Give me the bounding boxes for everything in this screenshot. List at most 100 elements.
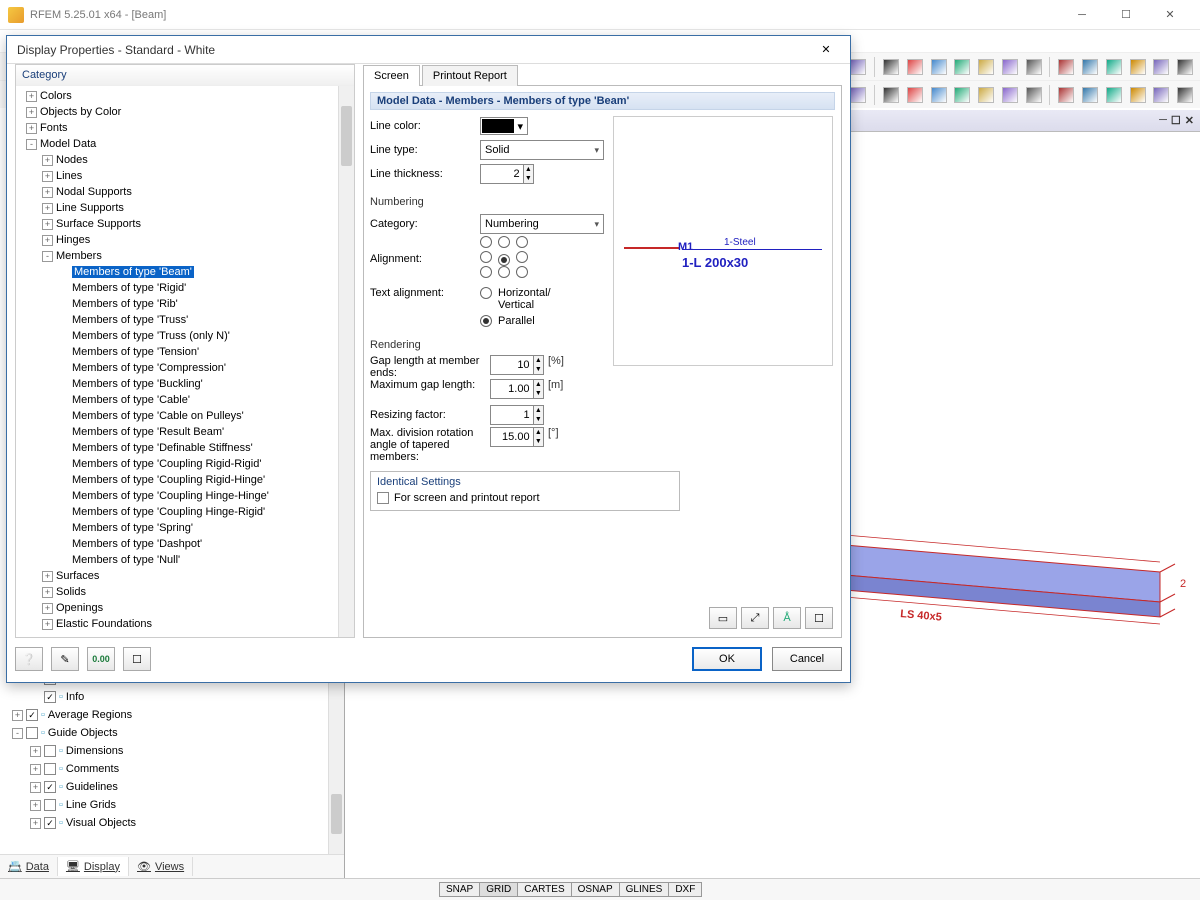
tree-item[interactable]: Members of type 'Coupling Rigid-Hinge' <box>22 472 354 488</box>
cancel-button[interactable]: Cancel <box>772 647 842 671</box>
toolbar-btn-41[interactable] <box>1023 56 1045 78</box>
align-r1c2[interactable] <box>498 236 510 248</box>
status-snap[interactable]: SNAP <box>439 882 480 897</box>
tree-item[interactable]: +Solids <box>22 584 354 600</box>
preview-btn-1[interactable]: ▭ <box>709 607 737 629</box>
nav-item[interactable]: ▫Info <box>6 688 328 706</box>
tree-item[interactable]: +Surfaces <box>22 568 354 584</box>
scale-button[interactable]: 0.00 <box>87 647 115 671</box>
status-glines[interactable]: GLINES <box>619 882 670 897</box>
nav-item[interactable]: +▫Dimensions <box>6 742 328 760</box>
align-r1c1[interactable] <box>480 236 492 248</box>
preview-btn-2[interactable]: ⤢ <box>741 607 769 629</box>
line-thickness-spin[interactable]: ▲▼ <box>480 164 534 184</box>
status-dxf[interactable]: DXF <box>668 882 702 897</box>
toolbar-btn-147[interactable] <box>1174 84 1196 106</box>
category-select[interactable]: Numbering▾ <box>480 214 604 234</box>
category-tree[interactable]: +Colors+Objects by Color+Fonts-Model Dat… <box>16 86 354 637</box>
toolbar-btn-139[interactable] <box>975 84 997 106</box>
tab-display[interactable]: 🖥 Display <box>58 857 129 876</box>
window-close[interactable]: ✕ <box>1148 1 1192 29</box>
status-osnap[interactable]: OSNAP <box>571 882 620 897</box>
tree-item[interactable]: +Surface Supports <box>22 216 354 232</box>
tree-item[interactable]: Members of type 'Coupling Hinge-Rigid' <box>22 504 354 520</box>
tab-views[interactable]: 👁 Views <box>129 857 193 876</box>
tab-printout-report[interactable]: Printout Report <box>422 65 518 86</box>
toolbar-btn-39[interactable] <box>975 56 997 78</box>
align-r2c1[interactable] <box>480 251 492 263</box>
tree-item[interactable]: Members of type 'Cable' <box>22 392 354 408</box>
navigator-tree[interactable]: ▫All Values▫Info+▫Average Regions-▫Guide… <box>6 670 328 840</box>
toolbar-btn-137[interactable] <box>928 84 950 106</box>
tree-item[interactable]: +Fonts <box>22 120 354 136</box>
tree-item[interactable]: +Openings <box>22 600 354 616</box>
align-r2c2[interactable] <box>498 254 510 266</box>
max-div-spin[interactable]: ▲▼ <box>490 427 544 447</box>
align-r3c2[interactable] <box>498 266 510 278</box>
tree-item[interactable]: Members of type 'Cable on Pulleys' <box>22 408 354 424</box>
nav-item[interactable]: +▫Line Grids <box>6 796 328 814</box>
tree-item[interactable]: Members of type 'Beam' <box>22 264 354 280</box>
nav-item[interactable]: +▫Average Regions <box>6 706 328 724</box>
toolbar-btn-138[interactable] <box>951 84 973 106</box>
preview-btn-4[interactable]: ☐ <box>805 607 833 629</box>
tree-item[interactable]: +Lines <box>22 168 354 184</box>
gap-length-spin[interactable]: ▲▼ <box>490 355 544 375</box>
toolbar-btn-47[interactable] <box>1174 56 1196 78</box>
tree-item[interactable]: +Hinges <box>22 232 354 248</box>
tree-item[interactable]: Members of type 'Rib' <box>22 296 354 312</box>
toolbar-btn-143[interactable] <box>1079 84 1101 106</box>
tree-item[interactable]: Members of type 'Result Beam' <box>22 424 354 440</box>
tree-item[interactable]: Members of type 'Rigid' <box>22 280 354 296</box>
toolbar-btn-38[interactable] <box>951 56 973 78</box>
dialog-titlebar[interactable]: Display Properties - Standard - White ✕ <box>7 36 850 64</box>
status-grid[interactable]: GRID <box>479 882 518 897</box>
tree-item[interactable]: Members of type 'Coupling Hinge-Hinge' <box>22 488 354 504</box>
toolbar-btn-141[interactable] <box>1023 84 1045 106</box>
toolbar-btn-142[interactable] <box>1055 84 1077 106</box>
align-r3c1[interactable] <box>480 266 492 278</box>
tree-item[interactable]: Members of type 'Dashpot' <box>22 536 354 552</box>
status-cartes[interactable]: CARTES <box>517 882 571 897</box>
nav-item[interactable]: +▫Comments <box>6 760 328 778</box>
tree-item[interactable]: +Nodes <box>22 152 354 168</box>
toolbar-btn-45[interactable] <box>1127 56 1149 78</box>
toolbar-btn-43[interactable] <box>1079 56 1101 78</box>
edit-button[interactable]: ✎ <box>51 647 79 671</box>
line-type-select[interactable]: Solid▾ <box>480 140 604 160</box>
dialog-close-button[interactable]: ✕ <box>812 40 840 60</box>
preview-btn-3[interactable]: Å <box>773 607 801 629</box>
category-scrollbar[interactable] <box>338 86 354 637</box>
tree-item[interactable]: -Model Data <box>22 136 354 152</box>
toolbar-btn-36[interactable] <box>904 56 926 78</box>
navigator-scrollbar[interactable] <box>328 670 344 854</box>
tree-item[interactable]: Members of type 'Compression' <box>22 360 354 376</box>
toolbar-btn-40[interactable] <box>999 56 1021 78</box>
toolbar-btn-135[interactable] <box>880 84 902 106</box>
textalign-parallel[interactable] <box>480 315 492 327</box>
tree-item[interactable]: +Colors <box>22 88 354 104</box>
tree-item[interactable]: +Nodal Supports <box>22 184 354 200</box>
line-color-picker[interactable]: ▾ <box>480 117 528 135</box>
help-button[interactable]: ❔ <box>15 647 43 671</box>
textalign-hv[interactable] <box>480 287 492 299</box>
tree-item[interactable]: Members of type 'Spring' <box>22 520 354 536</box>
doc-maximize[interactable]: ☐ <box>1171 114 1181 127</box>
window-maximize[interactable]: ☐ <box>1104 1 1148 29</box>
window-minimize[interactable]: ─ <box>1060 1 1104 29</box>
tree-item[interactable]: Members of type 'Null' <box>22 552 354 568</box>
tree-item[interactable]: Members of type 'Truss (only N)' <box>22 328 354 344</box>
toolbar-btn-146[interactable] <box>1150 84 1172 106</box>
tree-item[interactable]: Members of type 'Definable Stiffness' <box>22 440 354 456</box>
toolbar-btn-136[interactable] <box>904 84 926 106</box>
toolbar-btn-140[interactable] <box>999 84 1021 106</box>
tree-item[interactable]: Members of type 'Truss' <box>22 312 354 328</box>
toolbar-btn-44[interactable] <box>1103 56 1125 78</box>
toolbar-btn-35[interactable] <box>880 56 902 78</box>
max-gap-spin[interactable]: ▲▼ <box>490 379 544 399</box>
toolbar-btn-42[interactable] <box>1055 56 1077 78</box>
align-r1c3[interactable] <box>516 236 528 248</box>
tree-item[interactable]: +Line Supports <box>22 200 354 216</box>
tree-item[interactable]: Members of type 'Coupling Rigid-Rigid' <box>22 456 354 472</box>
toolbar-btn-37[interactable] <box>928 56 950 78</box>
